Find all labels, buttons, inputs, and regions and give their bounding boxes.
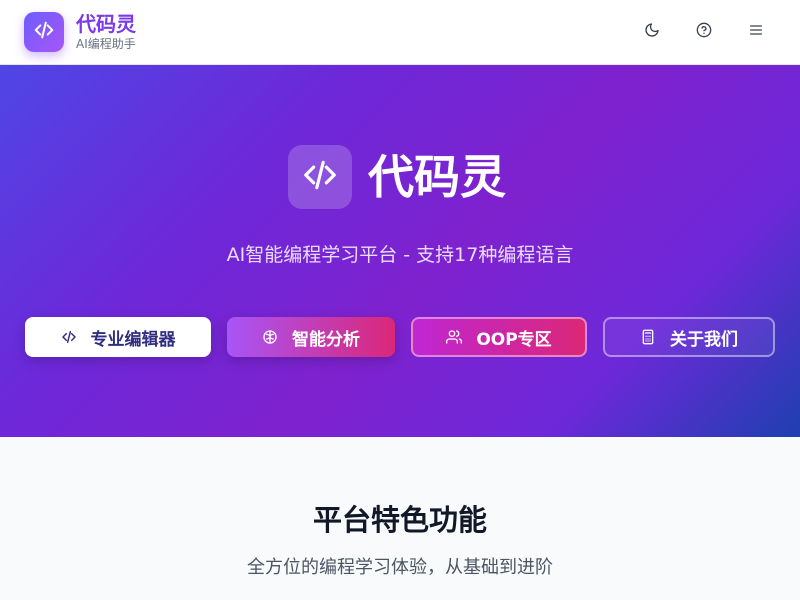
code-icon bbox=[61, 329, 77, 345]
pro-editor-label: 专业编辑器 bbox=[90, 329, 176, 350]
app-logo[interactable] bbox=[24, 12, 64, 52]
about-us-button[interactable]: 关于我们 bbox=[603, 317, 775, 357]
brand-name[interactable]: 代码灵 bbox=[76, 12, 136, 36]
hero-title: 代码灵 bbox=[368, 150, 506, 204]
theme-toggle-button[interactable] bbox=[640, 20, 664, 44]
code-icon bbox=[301, 156, 339, 198]
smart-analysis-label: 智能分析 bbox=[292, 329, 360, 350]
hero-section: 代码灵 AI智能编程学习平台 - 支持17种编程语言 专业编辑器 智能分析 OO… bbox=[0, 65, 800, 437]
users-icon bbox=[446, 329, 463, 345]
pro-editor-button[interactable]: 专业编辑器 bbox=[25, 317, 211, 357]
code-icon bbox=[33, 19, 55, 45]
help-icon bbox=[696, 22, 712, 42]
about-us-label: 关于我们 bbox=[670, 329, 738, 350]
hero-logo bbox=[288, 145, 352, 209]
top-header: 代码灵 AI编程助手 bbox=[0, 0, 800, 65]
calculator-icon bbox=[640, 329, 656, 345]
features-title: 平台特色功能 bbox=[312, 503, 487, 537]
smart-analysis-button[interactable]: 智能分析 bbox=[227, 317, 395, 357]
features-subtitle: 全方位的编程学习体验，从基础到进阶 bbox=[247, 557, 553, 578]
menu-button[interactable] bbox=[744, 20, 768, 44]
menu-icon bbox=[748, 22, 764, 42]
moon-icon bbox=[644, 22, 660, 42]
brand-tagline: AI编程助手 bbox=[76, 37, 136, 51]
help-button[interactable] bbox=[692, 20, 716, 44]
brain-icon bbox=[262, 329, 278, 345]
oop-zone-label: OOP专区 bbox=[476, 329, 552, 350]
hero-subtitle: AI智能编程学习平台 - 支持17种编程语言 bbox=[226, 244, 574, 266]
oop-zone-button[interactable]: OOP专区 bbox=[411, 317, 587, 357]
